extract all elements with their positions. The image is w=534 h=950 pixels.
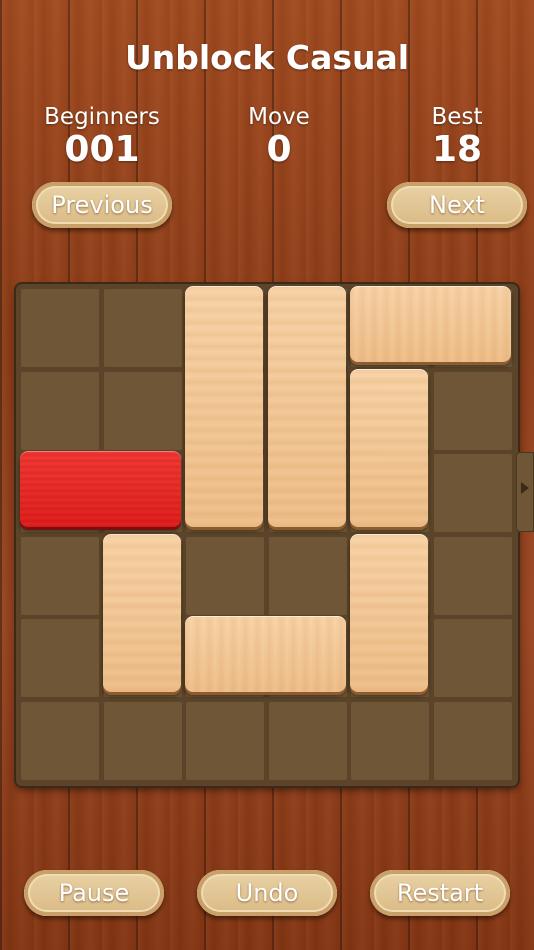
puzzle-board bbox=[16, 284, 518, 786]
wood-block-v-2[interactable] bbox=[267, 286, 346, 527]
undo-button[interactable]: Undo bbox=[197, 870, 337, 916]
board-cell bbox=[102, 288, 183, 368]
best-stat: Best 18 bbox=[387, 102, 527, 168]
board-cell bbox=[432, 453, 513, 533]
board-cell bbox=[267, 535, 348, 616]
level-value: 001 bbox=[64, 129, 140, 170]
board-cell bbox=[20, 535, 100, 616]
previous-button[interactable]: Previous bbox=[32, 182, 172, 228]
board-cell bbox=[350, 700, 430, 781]
board-cell bbox=[267, 700, 348, 781]
move-stat: Move 0 bbox=[209, 102, 349, 168]
best-value: 18 bbox=[431, 129, 483, 170]
game-title: Unblock Casual bbox=[124, 38, 410, 77]
board-cell bbox=[20, 700, 100, 781]
level-stat: Beginners 001 bbox=[32, 102, 172, 168]
wood-block-h-1[interactable] bbox=[350, 286, 511, 362]
best-label: Best bbox=[431, 104, 483, 130]
board-cell bbox=[102, 370, 183, 451]
board-cell bbox=[185, 700, 265, 781]
wood-block-h-2[interactable] bbox=[185, 616, 346, 692]
board-cell bbox=[432, 370, 513, 451]
move-label: Move bbox=[248, 104, 310, 130]
board-cell bbox=[432, 700, 513, 781]
board-cell bbox=[20, 618, 100, 698]
board-cell bbox=[185, 535, 265, 616]
board-cell bbox=[20, 370, 100, 451]
wood-block-v-1[interactable] bbox=[185, 286, 263, 527]
move-value: 0 bbox=[266, 129, 292, 170]
wood-block-v-5[interactable] bbox=[350, 533, 428, 692]
exit-arrow-icon bbox=[521, 482, 529, 494]
next-button[interactable]: Next bbox=[387, 182, 527, 228]
board-cell bbox=[20, 288, 100, 368]
pause-button[interactable]: Pause bbox=[24, 870, 164, 916]
board-cell bbox=[432, 535, 513, 616]
wood-block-v-4[interactable] bbox=[102, 533, 181, 692]
board-cell bbox=[432, 618, 513, 698]
board-cell bbox=[102, 700, 183, 781]
level-label: Beginners bbox=[44, 104, 160, 130]
wood-block-v-3[interactable] bbox=[350, 368, 428, 527]
target-red-block[interactable] bbox=[20, 451, 181, 527]
restart-button[interactable]: Restart bbox=[370, 870, 510, 916]
